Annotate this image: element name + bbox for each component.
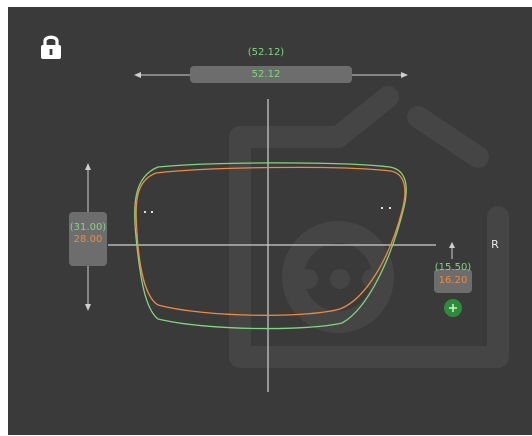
add-icon <box>449 304 457 312</box>
frame-shape-editor[interactable]: (52.12) 52.12 (31.00) 28.00 (15.50) 16.2… <box>8 7 532 435</box>
width-measured-value: (52.12) <box>247 47 285 58</box>
offset-arrow-top <box>449 242 455 248</box>
add-button[interactable] <box>444 299 462 317</box>
width-arrow-left <box>134 72 141 78</box>
height-measured-value: (31.00) <box>69 222 107 233</box>
height-value: 28.00 <box>73 234 103 245</box>
measured-lens-outline <box>134 162 407 330</box>
offset-measured-value: (15.50) <box>434 262 472 273</box>
offset-value: 16.20 <box>438 275 468 286</box>
width-value: 52.12 <box>251 69 281 80</box>
right-marker-dots <box>381 207 391 209</box>
left-marker-dots <box>144 211 153 213</box>
width-arrow-right <box>401 72 408 78</box>
height-arrow-top <box>85 163 91 170</box>
adjusted-lens-outline <box>135 166 406 316</box>
height-arrow-bottom <box>85 304 91 311</box>
lock-icon[interactable] <box>40 33 62 61</box>
side-label: R <box>491 238 499 251</box>
